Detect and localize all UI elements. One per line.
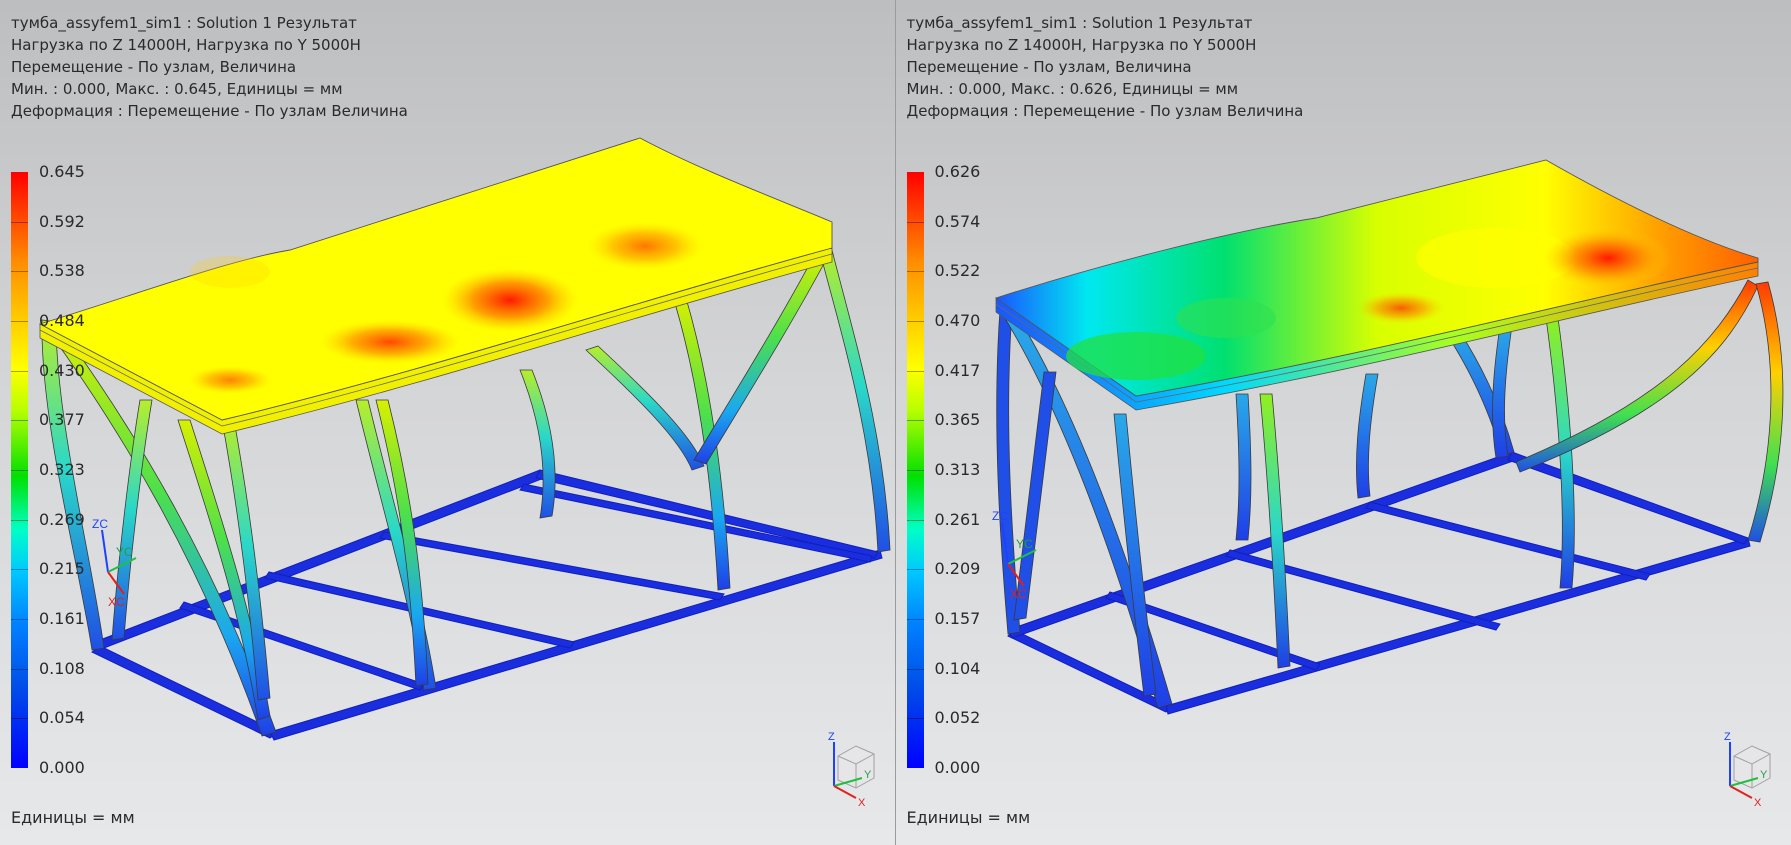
- legend-label: 0.313: [934, 460, 981, 479]
- result-type: Перемещение - По узлам, Величина: [11, 58, 297, 76]
- legend-tick: [906, 321, 924, 322]
- right-fem-model[interactable]: [896, 0, 1791, 845]
- deformation-info: Деформация : Перемещение - По узлам Вели…: [906, 102, 1304, 120]
- right-result-viewport[interactable]: тумба_assyfem1_sim1 : Solution 1 Результ…: [895, 0, 1791, 845]
- csys-zc-label: ZC: [92, 517, 108, 531]
- legend-tick: [11, 370, 28, 372]
- load-case: Нагрузка по Z 14000Н, Нагрузка по Y 5000…: [906, 36, 1257, 54]
- right-color-legend: 0.626 0.574 0.522 0.470 0.417 0.365 0.31…: [906, 162, 1027, 777]
- right-view-triad-icon[interactable]: Z Y X: [1716, 728, 1776, 808]
- legend-label: 0.538: [39, 261, 85, 281]
- legend-label: 0.323: [39, 460, 85, 479]
- left-result-viewport[interactable]: тумба_assyfem1_sim1 : Solution 1 Результ…: [0, 0, 895, 845]
- legend-label: 0.000: [39, 758, 85, 777]
- legend-label: 0.626: [934, 162, 981, 181]
- legend-label: 0.052: [934, 708, 981, 728]
- legend-label: 0.269: [39, 509, 85, 529]
- csys-xc-label: XC: [1010, 587, 1027, 600]
- legend-label: 0.261: [934, 509, 981, 529]
- legend-label: 0.365: [934, 410, 981, 430]
- triad-y-label: Y: [1760, 769, 1768, 781]
- legend-tick: [906, 619, 924, 620]
- min-max-values: Мин. : 0.000, Макс. : 0.626, Единицы = м…: [906, 80, 1239, 98]
- min-max-values: Мин. : 0.000, Макс. : 0.645, Единицы = м…: [11, 80, 343, 98]
- legend-tick: [11, 519, 28, 521]
- units-label: Единицы = мм: [11, 808, 135, 827]
- legend-tick: [906, 569, 924, 571]
- legend-tick: [11, 321, 28, 322]
- legend-tick: [906, 420, 924, 422]
- legend-tick: [906, 221, 924, 223]
- triad-x-label: X: [858, 797, 866, 808]
- csys-yc-label: YC: [1016, 537, 1033, 551]
- legend-label: 0.430: [39, 360, 85, 380]
- result-type: Перемещение - По узлам, Величина: [906, 58, 1192, 76]
- legend-label: 0.000: [934, 758, 981, 777]
- csys-yc-label: YC: [116, 545, 133, 559]
- legend-tick: [906, 519, 924, 521]
- legend-label: 0.377: [39, 410, 85, 430]
- legend-tick: [11, 718, 28, 720]
- legend-tick: [906, 668, 924, 670]
- csys-zc-label: ZC: [992, 509, 1008, 523]
- fem-results-window: тумба_assyfem1_sim1 : Solution 1 Результ…: [0, 0, 1791, 845]
- legend-tick: [11, 470, 28, 471]
- legend-tick: [11, 420, 28, 422]
- left-work-csys-icon: ZC YC XC: [92, 517, 137, 609]
- result-title: тумба_assyfem1_sim1 : Solution 1 Результ…: [11, 14, 357, 32]
- legend-label: 0.215: [39, 559, 85, 579]
- legend-label: 0.645: [39, 162, 85, 181]
- legend-label: 0.592: [39, 211, 85, 231]
- units-label: Единицы = мм: [906, 808, 1031, 827]
- legend-label: 0.470: [934, 311, 981, 330]
- legend-label: 0.522: [934, 261, 981, 281]
- result-title: тумба_assyfem1_sim1 : Solution 1 Результ…: [906, 14, 1253, 32]
- triad-z-label: Z: [1724, 731, 1731, 743]
- load-case: Нагрузка по Z 14000Н, Нагрузка по Y 5000…: [11, 36, 361, 54]
- legend-tick: [11, 271, 28, 273]
- deformation-info: Деформация : Перемещение - По узлам Вели…: [11, 102, 408, 120]
- right-work-csys-icon: ZC YC XC: [992, 509, 1036, 600]
- triad-x-label: X: [1754, 797, 1762, 808]
- legend-label: 0.484: [39, 311, 85, 330]
- left-view-triad-icon[interactable]: Z Y X: [820, 728, 880, 808]
- legend-label: 0.104: [934, 658, 981, 678]
- legend-label: 0.157: [934, 609, 981, 628]
- legend-tick: [11, 668, 28, 670]
- legend-tick: [11, 221, 28, 223]
- left-fem-model[interactable]: [0, 0, 895, 845]
- left-color-legend: 0.645 0.592 0.538 0.484 0.430 0.377 0.32…: [11, 162, 131, 777]
- legend-tick: [906, 370, 924, 372]
- legend-label: 0.161: [39, 609, 85, 628]
- left-result-info: тумба_assyfem1_sim1 : Solution 1 Результ…: [11, 12, 408, 122]
- legend-label: 0.574: [934, 211, 981, 231]
- right-result-info: тумба_assyfem1_sim1 : Solution 1 Результ…: [907, 12, 1304, 122]
- legend-tick: [906, 470, 924, 471]
- legend-label: 0.108: [39, 658, 85, 678]
- triad-y-label: Y: [864, 769, 872, 781]
- csys-xc-label: XC: [108, 595, 125, 609]
- legend-tick: [906, 271, 924, 273]
- triad-z-label: Z: [828, 731, 835, 743]
- legend-tick: [906, 718, 924, 720]
- legend-label: 0.054: [39, 708, 85, 728]
- legend-label: 0.209: [934, 559, 981, 579]
- legend-tick: [11, 619, 28, 620]
- legend-tick: [11, 569, 28, 571]
- legend-label: 0.417: [934, 360, 981, 380]
